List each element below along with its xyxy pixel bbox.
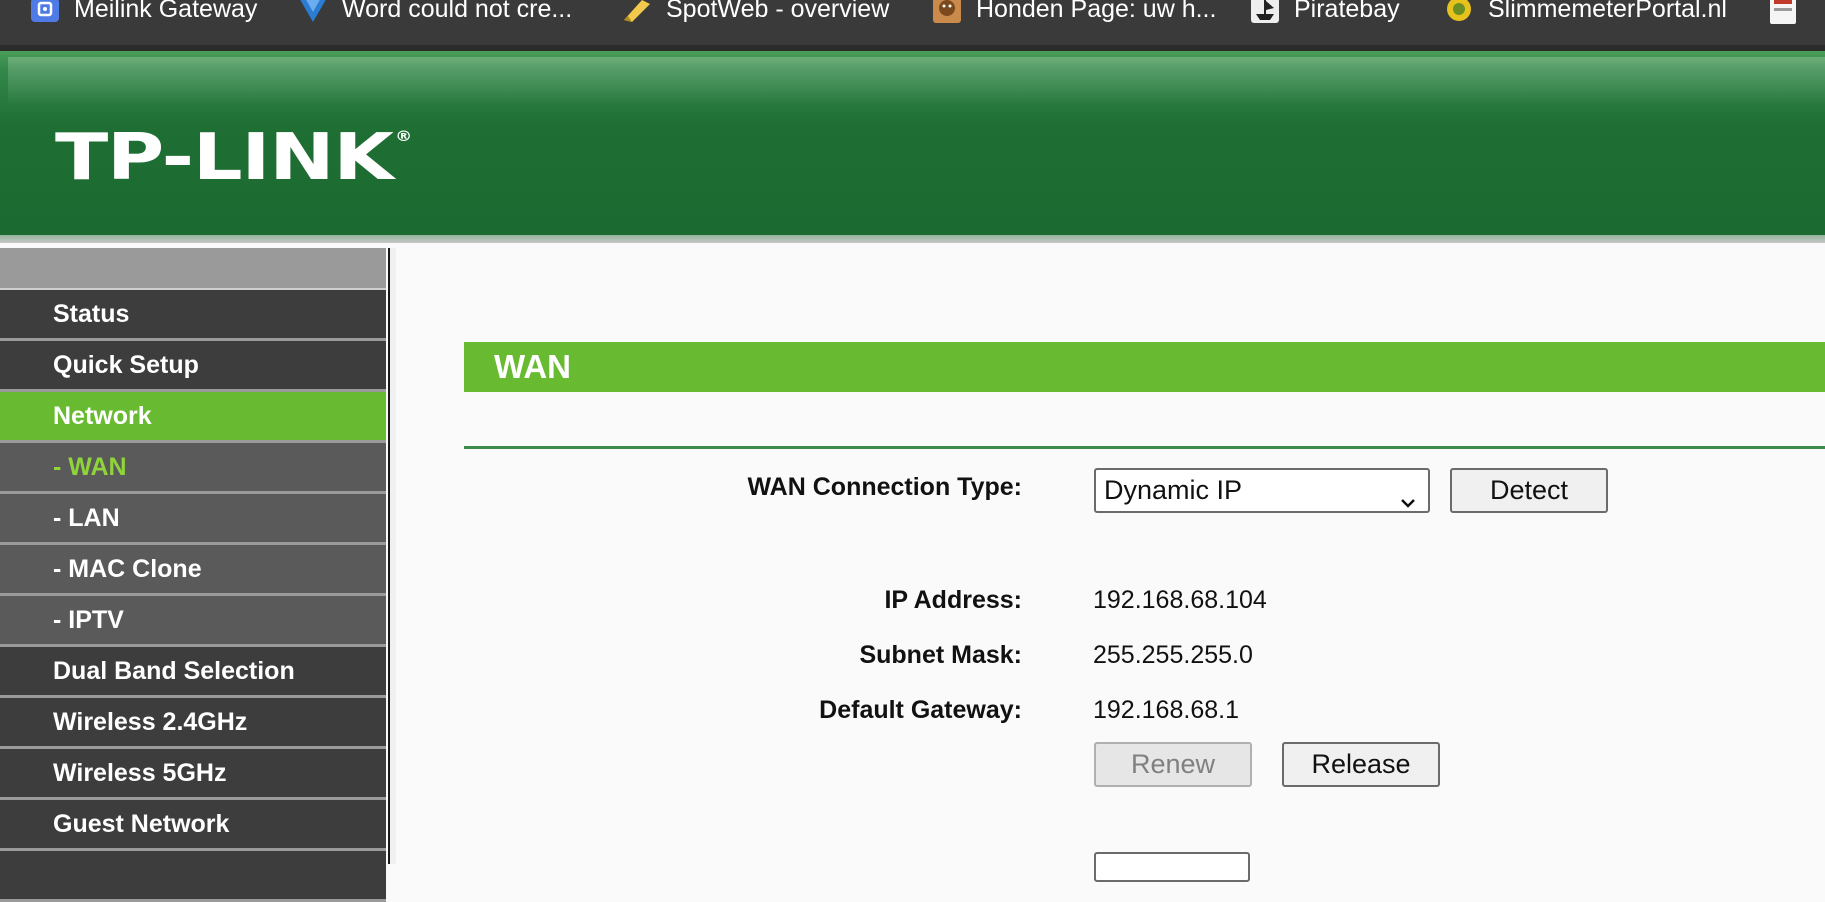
bookmark-slimmemeter[interactable]: SlimmemeterPortal.nl xyxy=(1442,0,1727,24)
sidebar-item-partial[interactable] xyxy=(0,851,386,902)
section-rule xyxy=(464,446,1825,449)
subnet-mask-value: 255.255.255.0 xyxy=(1093,641,1253,669)
sidebar-item-quick-setup[interactable]: Quick Setup xyxy=(0,341,386,392)
sidebar-item-iptv[interactable]: - IPTV xyxy=(0,596,386,647)
header-divider xyxy=(0,235,1825,243)
default-gateway-label: Default Gateway: xyxy=(819,696,1022,724)
bookmarks-bar: Meilink Gateway Word could not cre... Sp… xyxy=(0,0,1825,45)
meter-icon xyxy=(1442,0,1476,24)
chevron-down-icon xyxy=(1400,482,1416,508)
sidebar-item-lan[interactable]: - LAN xyxy=(0,494,386,545)
bookmark-meilink-gateway[interactable]: Meilink Gateway xyxy=(28,0,257,24)
sidebar-top-spacer xyxy=(0,248,386,290)
tp-link-logo: TP-LINK ® xyxy=(55,121,412,195)
sidebar-divider xyxy=(388,248,396,864)
connection-type-select[interactable]: Dynamic IP xyxy=(1094,468,1430,513)
bookmark-label: Piratebay xyxy=(1294,0,1400,23)
main-content: WAN WAN Connection Type: Dynamic IP Dete… xyxy=(396,248,1825,882)
sidebar-item-dual-band-selection[interactable]: Dual Band Selection xyxy=(0,647,386,698)
bookmark-label: Meilink Gateway xyxy=(74,0,258,23)
word-doc-icon xyxy=(296,0,330,24)
bookmark-word-error[interactable]: Word could not cre... xyxy=(296,0,572,24)
sidebar-item-wireless-5ghz[interactable]: Wireless 5GHz xyxy=(0,749,386,800)
bookmark-label: Honden Page: uw h... xyxy=(976,0,1217,23)
renew-button[interactable]: Renew xyxy=(1094,742,1252,787)
header-shine xyxy=(8,57,1825,103)
bookmark-label: SpotWeb - overview xyxy=(666,0,890,23)
bookmark-honden-page[interactable]: Honden Page: uw h... xyxy=(930,0,1216,24)
sidebar-item-wireless-24ghz[interactable]: Wireless 2.4GHz xyxy=(0,698,386,749)
bookmark-piratebay[interactable]: Piratebay xyxy=(1248,0,1400,24)
bookmark-label: SlimmemeterPortal.nl xyxy=(1488,0,1727,23)
sidebar: Status Quick Setup Network - WAN - LAN -… xyxy=(0,248,386,902)
dog-icon xyxy=(930,0,964,24)
router-header: TP-LINK ® xyxy=(0,45,1825,235)
ip-address-label: IP Address: xyxy=(884,586,1022,614)
subnet-mask-label: Subnet Mask: xyxy=(859,641,1022,669)
release-button[interactable]: Release xyxy=(1282,742,1440,787)
default-gateway-value: 192.168.68.1 xyxy=(1093,696,1239,724)
ip-address-value: 192.168.68.104 xyxy=(1093,586,1267,614)
bookmark-label: Word could not cre... xyxy=(342,0,573,23)
bookmark-icon xyxy=(1766,0,1800,24)
sidebar-item-network[interactable]: Network xyxy=(0,392,386,443)
spotweb-icon xyxy=(620,0,654,24)
bookmark-spotweb[interactable]: SpotWeb - overview xyxy=(620,0,889,24)
connection-type-label: WAN Connection Type: xyxy=(747,473,1022,501)
section-title: WAN xyxy=(464,342,1825,392)
bookmark-overflow[interactable] xyxy=(1766,0,1812,24)
pirate-ship-icon xyxy=(1248,0,1282,24)
connection-type-value: Dynamic IP xyxy=(1104,475,1243,505)
sidebar-item-mac-clone[interactable]: - MAC Clone xyxy=(0,545,386,596)
detect-button[interactable]: Detect xyxy=(1450,468,1608,513)
mtu-input[interactable] xyxy=(1094,852,1250,882)
gateway-icon xyxy=(28,0,62,24)
sidebar-item-guest-network[interactable]: Guest Network xyxy=(0,800,386,851)
sidebar-item-wan[interactable]: - WAN xyxy=(0,443,386,494)
sidebar-item-status[interactable]: Status xyxy=(0,290,386,341)
